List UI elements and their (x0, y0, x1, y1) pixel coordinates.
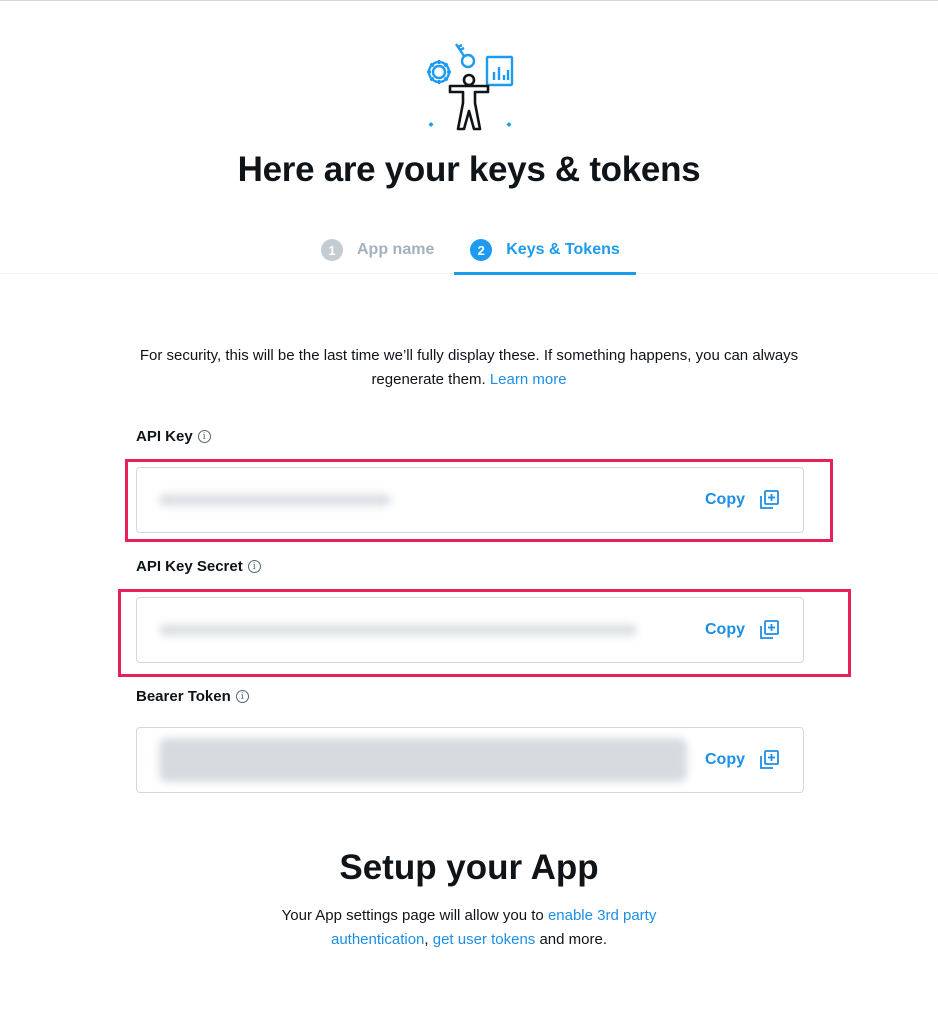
top-border (0, 0, 938, 1)
info-icon[interactable]: i (247, 560, 261, 573)
bearer-token-copy-button[interactable]: Copy (705, 748, 781, 772)
setup-title: Setup your App (339, 848, 599, 887)
api-key-copy-button[interactable]: Copy (705, 488, 781, 512)
field-label-text: API Key (136, 428, 193, 445)
bearer-token-label: Bearer Token i (136, 688, 249, 705)
security-notice: For security, this will be the last time… (130, 344, 808, 392)
api-key-secret-copy-button[interactable]: Copy (705, 618, 781, 642)
api-key-field: Copy (136, 467, 804, 533)
stepper: 1 App name 2 Keys & Tokens (0, 226, 938, 275)
copy-add-icon (760, 620, 779, 639)
field-label-text: API Key Secret (136, 558, 243, 575)
copy-add-icon (760, 750, 779, 769)
api-key-label: API Key i (136, 428, 211, 445)
step-label: Keys & Tokens (506, 241, 620, 258)
page-title: Here are your keys & tokens (237, 150, 701, 189)
bearer-token-field: Copy (136, 727, 804, 793)
copy-button-label: Copy (705, 751, 745, 768)
info-icon[interactable]: i (235, 690, 249, 703)
info-icon[interactable]: i (197, 430, 211, 443)
step-label: App name (357, 241, 435, 258)
copy-button-label: Copy (705, 621, 745, 638)
api-key-masked-value (159, 494, 391, 506)
copy-button-label: Copy (705, 491, 745, 508)
api-key-secret-field: Copy (136, 597, 804, 663)
get-user-tokens-link[interactable]: get user tokens (433, 931, 536, 948)
setup-separator: , (424, 931, 433, 948)
field-label-text: Bearer Token (136, 688, 231, 705)
step-keys-tokens[interactable]: 2 Keys & Tokens (454, 226, 636, 275)
step-app-name[interactable]: 1 App name (321, 226, 434, 274)
developer-keys-illustration-icon (427, 43, 514, 131)
copy-add-icon (760, 490, 779, 509)
step-number-badge: 2 (470, 239, 493, 261)
setup-text-after: and more. (535, 931, 608, 948)
api-key-secret-label: API Key Secret i (136, 558, 261, 575)
api-key-secret-masked-value (159, 624, 637, 636)
step-number-badge: 1 (321, 239, 343, 261)
security-notice-text: For security, this will be the last time… (139, 347, 799, 388)
setup-description: Your App settings page will allow you to… (260, 904, 678, 952)
bearer-token-masked-value (159, 738, 687, 782)
setup-text-before: Your App settings page will allow you to (281, 907, 548, 924)
learn-more-link[interactable]: Learn more (490, 371, 567, 388)
